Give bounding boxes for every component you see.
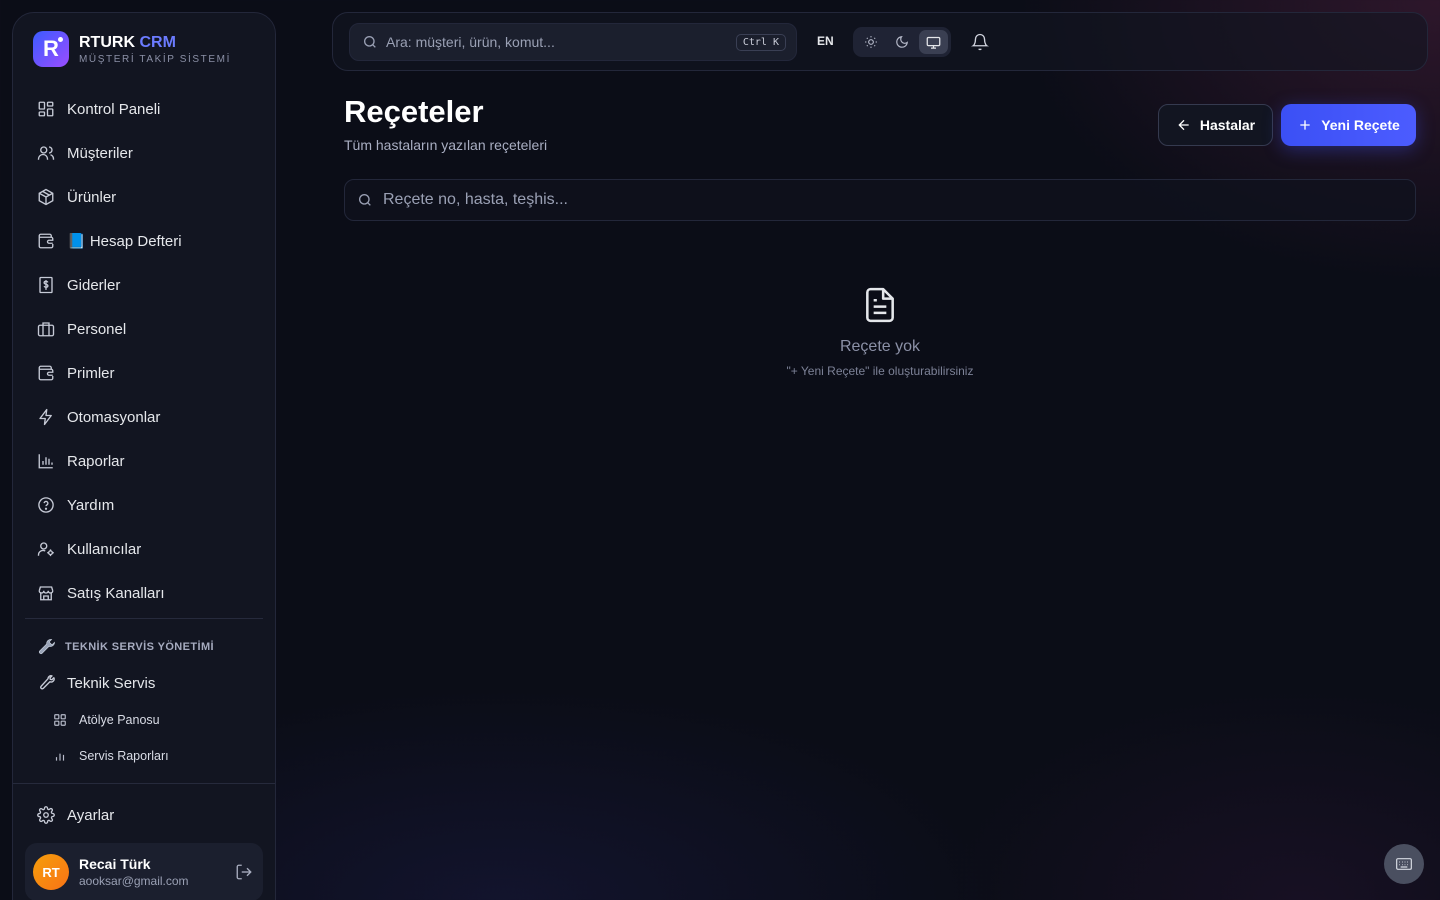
sidebar-item-label: Kontrol Paneli (67, 100, 161, 118)
sidebar-item-label: Satış Kanalları (67, 584, 165, 602)
brand[interactable]: R RTURK CRM MÜŞTERİ TAKİP SİSTEMİ (33, 31, 231, 67)
sidebar-item-ledger[interactable]: 📘 Hesap Defteri (25, 219, 265, 263)
theme-dark-button[interactable] (887, 30, 916, 54)
global-search[interactable]: Ctrl K (349, 23, 797, 61)
wallet-icon (38, 365, 54, 381)
sidebar-item-label: Personel (67, 320, 127, 338)
shortcut-hint: Ctrl K (735, 33, 786, 51)
package-icon (38, 188, 54, 206)
logout-icon[interactable] (235, 863, 253, 881)
page-subtitle: Tüm hastaların yazılan reçeteleri (344, 137, 548, 153)
sidebar-item-help[interactable]: Yardım (25, 483, 265, 527)
sidebar-item-label: Giderler (67, 276, 121, 294)
search-icon (364, 36, 376, 48)
sidebar-item-expenses[interactable]: Giderler (25, 263, 265, 307)
user-name: Recai Türk (79, 856, 151, 872)
sidebar-item-products[interactable]: Ürünler (25, 175, 265, 219)
briefcase-icon (37, 322, 55, 337)
language-toggle[interactable]: EN (817, 34, 834, 48)
grid-icon (54, 714, 66, 726)
sidebar-item-reports[interactable]: Raporlar (25, 439, 265, 483)
sidebar-item-sales-channels[interactable]: Satış Kanalları (25, 571, 265, 615)
theme-light-button[interactable] (856, 30, 885, 54)
sidebar-item-label: Müşteriler (67, 144, 133, 162)
search-icon (359, 194, 371, 206)
section-title-technical-service: TEKNİK SERVİS YÖNETİMİ (37, 637, 214, 657)
sidebar-item-label: Ürünler (67, 188, 117, 206)
help-icon (38, 497, 54, 513)
bar-chart-icon (38, 454, 53, 469)
sidebar-item-label: Yardım (67, 496, 115, 514)
file-text-icon (866, 287, 894, 323)
empty-state-title: Reçete yok (839, 338, 921, 355)
sidebar-item-label: Kullanıcılar (67, 540, 142, 558)
sidebar-item-label: Otomasyonlar (67, 408, 161, 426)
sidebar-item-users[interactable]: Kullanıcılar (25, 527, 265, 571)
receipt-icon (39, 276, 53, 294)
bell-icon[interactable] (971, 32, 989, 52)
sidebar-item-label: Raporlar (67, 452, 125, 470)
user-email: aooksar@gmail.com (79, 874, 189, 888)
topbar: Ctrl K EN (332, 12, 1428, 71)
sidebar-subitem-label: Servis Raporları (79, 749, 169, 763)
sidebar-item-automations[interactable]: Otomasyonlar (25, 395, 265, 439)
brand-subtitle: MÜŞTERİ TAKİP SİSTEMİ (79, 53, 231, 65)
keyboard-icon (1396, 858, 1412, 870)
dashboard-icon (38, 101, 54, 117)
sidebar-item-label: 📘 Hesap Defteri (67, 233, 182, 250)
sidebar-subitem-label: Atölye Panosu (79, 713, 160, 727)
prescription-search[interactable] (344, 179, 1416, 221)
sidebar-subitem-service-reports[interactable]: Servis Raporları (53, 738, 169, 774)
logo: R (33, 31, 69, 67)
sidebar-subitem-workshop-board[interactable]: Atölye Panosu (53, 702, 160, 738)
monitor-icon (926, 36, 941, 49)
sidebar-nav: Kontrol Paneli Müşteriler Ürünler 📘 Hesa… (25, 87, 265, 615)
zap-icon (39, 408, 52, 426)
user-cog-icon (37, 542, 54, 557)
sidebar-item-label: Primler (67, 364, 115, 382)
empty-state-hint: "+ Yeni Reçete" ile oluşturabilirsiniz (786, 364, 974, 378)
global-search-input[interactable] (386, 34, 728, 50)
sidebar-item-bonuses[interactable]: Primler (25, 351, 265, 395)
sidebar-item-label: Teknik Servis (67, 674, 156, 692)
sidebar-item-label: Ayarlar (67, 806, 115, 824)
sidebar-item-staff[interactable]: Personel (25, 307, 265, 351)
sidebar-footer-divider (13, 783, 275, 784)
arrow-left-icon (1178, 119, 1189, 131)
back-to-patients-button[interactable]: Hastalar (1158, 104, 1273, 146)
sidebar-item-settings[interactable]: Ayarlar (25, 793, 265, 837)
gear-icon (37, 806, 55, 824)
wallet-icon (38, 233, 54, 249)
user-card[interactable]: RT Recai Türk aooksar@gmail.com (25, 843, 263, 900)
sidebar-item-dashboard[interactable]: Kontrol Paneli (25, 87, 265, 131)
plus-icon (1300, 120, 1310, 130)
new-prescription-button[interactable]: Yeni Reçete (1281, 104, 1416, 146)
moon-icon (896, 36, 908, 48)
sidebar-item-technical-service[interactable]: Teknik Servis (25, 661, 265, 705)
bar-chart-icon (55, 753, 65, 761)
theme-switcher (853, 27, 951, 57)
sun-icon (864, 36, 877, 48)
sidebar-divider (25, 618, 263, 619)
wrench-emoji-icon (39, 639, 55, 654)
avatar: RT (33, 854, 69, 890)
sidebar-item-customers[interactable]: Müşteriler (25, 131, 265, 175)
keyboard-shortcuts-button[interactable] (1384, 844, 1424, 884)
prescription-search-input[interactable] (383, 191, 1415, 209)
empty-state: Reçete yok "+ Yeni Reçete" ile oluşturab… (680, 284, 1080, 378)
store-icon (38, 586, 54, 601)
sidebar: R RTURK CRM MÜŞTERİ TAKİP SİSTEMİ Kontro… (12, 12, 276, 900)
brand-name: RTURK CRM (79, 33, 176, 51)
page-title: Reçeteler (344, 94, 484, 129)
wrench-icon (40, 675, 55, 690)
users-icon (37, 146, 55, 160)
theme-system-button[interactable] (918, 30, 948, 54)
